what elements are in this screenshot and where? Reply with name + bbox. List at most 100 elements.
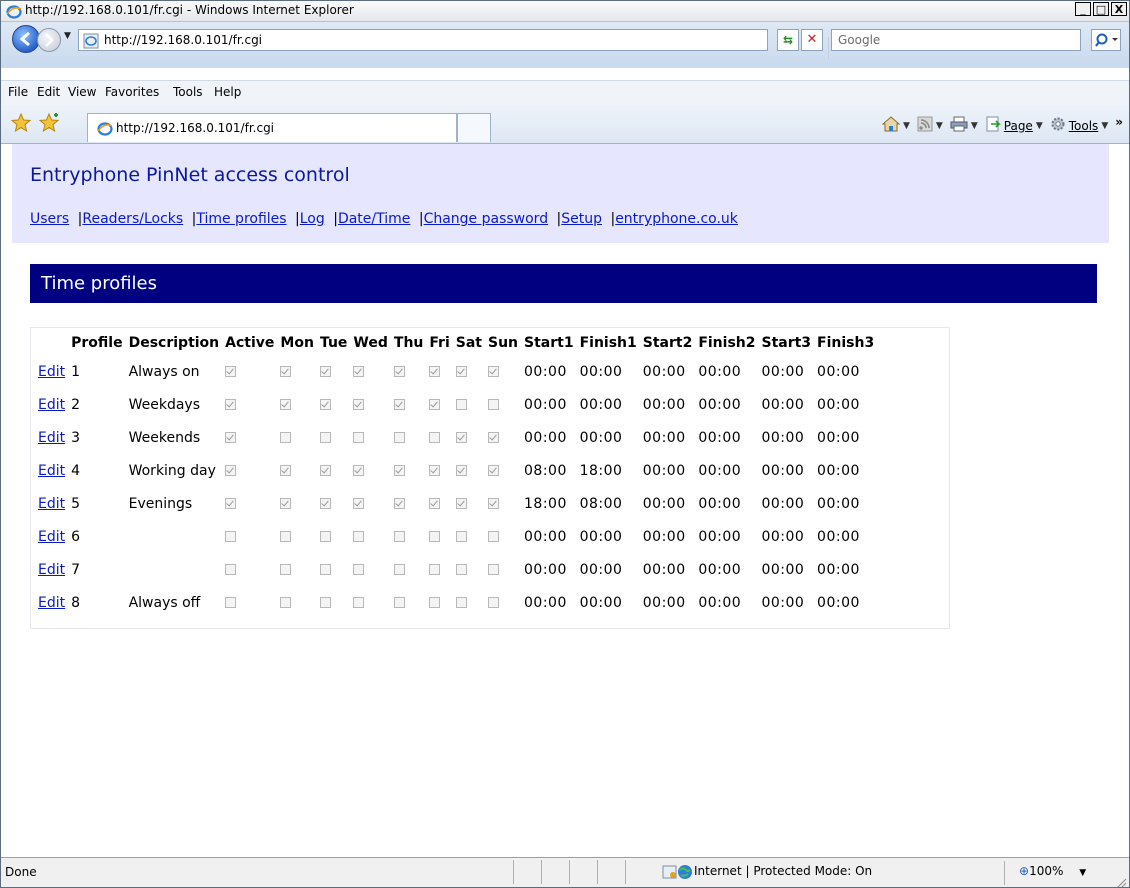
edit-link[interactable]: Edit <box>38 496 65 512</box>
tab-active[interactable]: http://192.168.0.101/fr.cgi <box>87 113 457 142</box>
wed-checkbox <box>353 597 365 608</box>
edit-link[interactable]: Edit <box>38 430 65 446</box>
profile-description: Weekends <box>128 429 201 446</box>
print-dropdown-icon[interactable]: ▼ <box>971 121 978 131</box>
stop-button[interactable]: ✕ <box>801 29 823 51</box>
favorites-star-icon[interactable] <box>10 112 32 137</box>
close-button[interactable]: X <box>1111 2 1127 16</box>
add-favorites-icon[interactable] <box>38 112 61 137</box>
tools-dropdown-icon[interactable]: ▼ <box>1101 121 1108 131</box>
status-divider <box>1004 861 1005 885</box>
minimize-button[interactable]: _ <box>1075 2 1091 16</box>
thu-checkbox <box>393 399 405 410</box>
window-title: http://192.168.0.101/fr.cgi - Windows In… <box>25 3 354 17</box>
finish1-time: 00:00 <box>579 528 623 545</box>
tools-gear-icon[interactable] <box>1050 116 1066 135</box>
menu-edit[interactable]: Edit <box>37 85 60 99</box>
maximize-button[interactable]: □ <box>1093 2 1109 16</box>
edit-link[interactable]: Edit <box>38 562 65 578</box>
start2-time: 00:00 <box>642 528 686 545</box>
thu-checkbox <box>393 564 405 575</box>
column-header: Thu <box>393 335 424 351</box>
chevron-more-icon[interactable]: » <box>1115 115 1123 129</box>
finish1-time: 00:00 <box>579 429 623 446</box>
mon-cell <box>277 454 317 487</box>
edit-link[interactable]: Edit <box>38 529 65 545</box>
edit-link[interactable]: Edit <box>38 463 65 479</box>
tools-menu[interactable]: Tools <box>1069 119 1099 133</box>
finish3-time: 00:00 <box>817 495 860 512</box>
recent-pages-dropdown-icon[interactable]: ▼ <box>64 31 71 41</box>
nav-separator: | <box>295 211 300 227</box>
feeds-icon[interactable] <box>917 116 933 135</box>
resize-grip-icon[interactable] <box>1115 874 1127 887</box>
nav-link-change-password[interactable]: Change password <box>424 211 549 227</box>
start3-time: 00:00 <box>761 363 805 380</box>
nav-link-log[interactable]: Log <box>300 211 325 227</box>
thu-checkbox <box>393 432 405 443</box>
back-button[interactable] <box>12 25 40 53</box>
new-tab-button[interactable] <box>457 113 491 142</box>
page-dropdown-icon[interactable]: ▼ <box>1036 121 1043 131</box>
address-bar[interactable]: http://192.168.0.101/fr.cgi ▼ <box>78 29 841 59</box>
active-cell <box>222 421 277 454</box>
feeds-dropdown-icon[interactable]: ▼ <box>936 121 943 131</box>
wed-cell <box>350 586 390 619</box>
home-dropdown-icon[interactable]: ▼ <box>903 121 910 131</box>
start3-time: 00:00 <box>761 561 805 578</box>
wed-cell <box>350 355 390 388</box>
menu-bar: File Edit View Favorites Tools Help <box>1 80 1129 106</box>
home-icon[interactable] <box>881 116 901 135</box>
mon-checkbox <box>280 564 292 575</box>
search-button[interactable] <box>1091 29 1121 51</box>
wed-checkbox <box>353 498 365 509</box>
wed-checkbox <box>353 531 365 542</box>
menu-view[interactable]: View <box>68 85 96 99</box>
thu-cell <box>391 454 426 487</box>
page-menu[interactable]: Page <box>1004 119 1033 133</box>
fri-checkbox <box>429 432 441 443</box>
search-input[interactable]: Google <box>831 29 1081 51</box>
active-cell <box>222 520 277 553</box>
edit-link[interactable]: Edit <box>38 595 65 611</box>
menu-tools[interactable]: Tools <box>173 85 203 99</box>
menu-help[interactable]: Help <box>214 85 241 99</box>
sun-cell <box>485 454 521 487</box>
sat-checkbox <box>455 465 467 476</box>
edit-link[interactable]: Edit <box>38 364 65 380</box>
refresh-icon: ⇆ <box>782 33 794 47</box>
zoom-dropdown-icon[interactable]: ▼ <box>1079 868 1086 878</box>
profile-number: 3 <box>71 429 81 446</box>
sun-cell <box>485 355 521 388</box>
nav-link-users[interactable]: Users <box>30 211 69 227</box>
zoom-value: 100% <box>1029 864 1064 878</box>
print-icon[interactable] <box>950 116 968 135</box>
finish1-time: 00:00 <box>579 594 623 611</box>
nav-link-setup[interactable]: Setup <box>561 211 602 227</box>
wed-cell <box>350 487 390 520</box>
security-lock-icon[interactable] <box>662 864 678 884</box>
menu-file[interactable]: File <box>8 85 28 99</box>
finish2-time: 00:00 <box>698 528 742 545</box>
forward-button[interactable] <box>37 28 61 52</box>
nav-link-date-time[interactable]: Date/Time <box>338 211 410 227</box>
profile-description: Always on <box>128 363 200 380</box>
fri-checkbox <box>429 465 441 476</box>
page-menu-icon[interactable] <box>985 116 1001 135</box>
nav-link-entryphone-site[interactable]: entryphone.co.uk <box>615 211 738 227</box>
start1-time: 00:00 <box>524 429 567 446</box>
start2-time: 00:00 <box>642 363 686 380</box>
sat-cell <box>453 454 485 487</box>
status-panels <box>513 860 653 884</box>
thu-cell <box>391 421 426 454</box>
compat-refresh-button[interactable]: ⇆ <box>777 29 799 51</box>
zoom-level[interactable]: ⊕100% ▼ <box>1019 864 1086 878</box>
finish2-time: 00:00 <box>698 594 742 611</box>
edit-link[interactable]: Edit <box>38 397 65 413</box>
edit-cell: Edit <box>35 421 68 454</box>
security-zone[interactable]: Internet | Protected Mode: On <box>694 864 872 878</box>
profile-number: 1 <box>71 363 81 380</box>
nav-link-time-profiles[interactable]: Time profiles <box>196 211 286 227</box>
menu-favorites[interactable]: Favorites <box>105 85 159 99</box>
nav-link-readers-locks[interactable]: Readers/Locks <box>82 211 183 227</box>
